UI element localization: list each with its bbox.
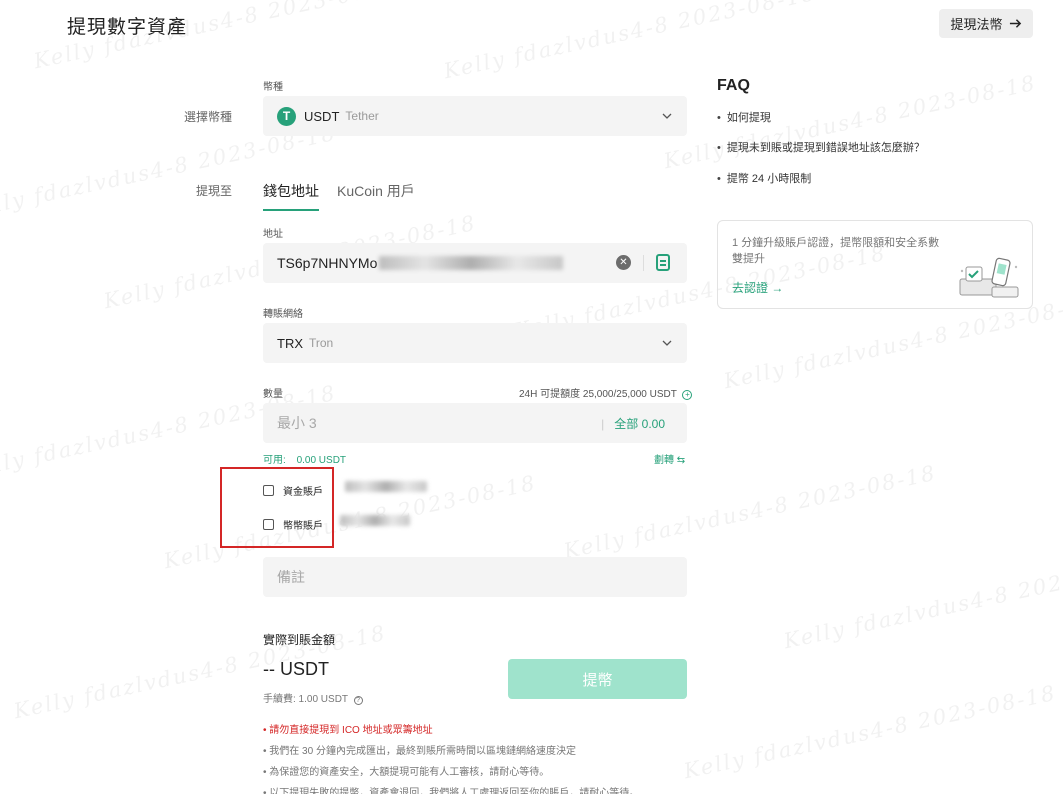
submit-withdraw-button[interactable]: 提幣	[508, 659, 687, 699]
memo-input[interactable]: 備註	[263, 557, 687, 597]
transfer-button[interactable]: 劃轉 ⇆	[654, 451, 685, 466]
watermark-text: Kelly fdazlvdus4-8 2023-08-18	[441, 0, 819, 84]
network-name: Tron	[309, 336, 334, 350]
watermark-text: Kelly fdazlvdus4-8 2023-08-18	[561, 460, 939, 564]
all-button[interactable]: | 全部 0.00	[601, 415, 665, 432]
memo-placeholder: 備註	[277, 569, 305, 585]
transfer-label: 劃轉	[654, 455, 674, 466]
available-balance: 可用: 0.00 USDT	[263, 451, 346, 466]
chevron-down-icon	[662, 113, 672, 119]
fee-info: 手續費: 1.00 USDT ?	[263, 690, 363, 705]
trading-account-label: 幣幣賬戶	[283, 521, 323, 532]
network-code: TRX	[277, 335, 303, 351]
submit-label: 提幣	[582, 671, 613, 689]
currency-small-label: 幣種	[263, 82, 283, 93]
faq-link[interactable]: 提現未到賬或提現到錯誤地址該怎麼辦？	[717, 139, 925, 155]
withdraw-fiat-label: 提現法幣	[950, 17, 1003, 32]
currency-name: Tether	[345, 109, 379, 123]
withdraw-to-side-label: 提現至	[195, 184, 232, 198]
address-label: 地址	[263, 229, 283, 240]
funding-account-checkbox[interactable]	[263, 485, 274, 496]
arrow-right-icon: →	[771, 281, 784, 295]
trading-account-checkbox[interactable]	[263, 519, 274, 530]
available-label: 可用:	[263, 455, 286, 466]
separator: |	[601, 417, 605, 431]
network-label: 轉賬網絡	[263, 309, 303, 320]
arrow-right-icon	[1009, 19, 1021, 28]
page-title: 提現數字資產	[67, 17, 188, 38]
clear-icon[interactable]: ✕	[616, 255, 631, 270]
chevron-down-icon	[662, 340, 672, 346]
received-label: 實際到賬金額	[263, 633, 336, 647]
note-item: • 為保證您的資產安全，大額提現可能有人工審核，請耐心等待。	[263, 767, 550, 778]
trading-balance-blurred	[340, 515, 410, 526]
currency-select[interactable]: T USDT Tether	[263, 96, 687, 136]
verification-illustration	[959, 257, 1019, 298]
currency-code: USDT	[304, 108, 340, 124]
faq-link[interactable]: 如何提現	[717, 109, 771, 125]
amount-placeholder: 最小 3	[277, 415, 317, 431]
funding-balance-blurred	[345, 481, 427, 492]
note-item: • 我們在 30 分鐘內完成匯出，最終到賬所需時間以區塊鏈網絡速度決定	[263, 746, 576, 757]
fee-label: 手續費: 1.00 USDT	[263, 694, 348, 705]
tab-wallet-address[interactable]: 錢包地址	[263, 181, 319, 211]
address-blurred	[379, 256, 564, 270]
swap-icon: ⇆	[676, 455, 686, 466]
address-value: TS6p7NHNYMo	[277, 255, 378, 271]
watermark-text: Kelly fdazlvdus4-8 2023-08-18	[781, 550, 1063, 654]
help-icon[interactable]: ?	[353, 696, 363, 705]
currency-side-label: 選擇幣種	[183, 110, 232, 124]
divider	[643, 255, 644, 271]
tab-kucoin-user[interactable]: KuCoin 用戶	[337, 181, 415, 209]
tether-icon: T	[277, 106, 296, 126]
trading-account-option[interactable]: 幣幣賬戶	[263, 517, 323, 532]
limit-value: 24H 可提額度 25,000/25,000 USDT	[519, 389, 677, 400]
kyc-text: 1 分鐘升級賬戶認證，提幣限額和安全系數雙提升	[732, 237, 940, 265]
limit-text: 24H 可提額度 25,000/25,000 USDT +	[519, 385, 693, 400]
watermark-text: Kelly fdazlvdus4-8 2023-08-18	[681, 680, 1059, 784]
highlight-box	[220, 467, 334, 548]
received-value: -- USDT	[263, 659, 329, 679]
withdraw-fiat-button[interactable]: 提現法幣	[939, 9, 1033, 38]
address-input[interactable]: TS6p7NHNYMo ✕	[263, 243, 687, 283]
notes-list: • 請勿直接提現到 ICO 地址或眾籌地址 • 我們在 30 分鐘內完成匯出，最…	[263, 720, 639, 794]
kyc-link[interactable]: 去認證 →	[732, 279, 783, 296]
faq-link[interactable]: 提幣 24 小時限制	[717, 170, 811, 186]
faq-title: FAQ	[717, 77, 750, 94]
amount-label: 數量	[263, 389, 283, 400]
kyc-promo-card: 1 分鐘升級賬戶認證，提幣限額和安全系數雙提升 去認證 →	[717, 220, 1033, 309]
amount-input[interactable]: 最小 3 | 全部 0.00	[263, 403, 687, 443]
note-item: • 請勿直接提現到 ICO 地址或眾籌地址	[263, 725, 433, 736]
kyc-link-label: 去認證	[732, 281, 769, 295]
note-item: • 以下提現失敗的提幣，資產會退回，我們將人工處理返回至你的賬戶，請耐心等待。	[263, 788, 640, 794]
funding-account-option[interactable]: 資金賬戶	[263, 483, 323, 498]
available-value: 0.00 USDT	[296, 455, 347, 466]
address-book-icon[interactable]	[656, 254, 670, 271]
all-label: 全部	[614, 417, 639, 431]
all-value: 0.00	[641, 417, 665, 431]
network-select[interactable]: TRX Tron	[263, 323, 687, 363]
funding-account-label: 資金賬戶	[283, 487, 323, 498]
plus-circle-icon[interactable]: +	[682, 390, 693, 400]
